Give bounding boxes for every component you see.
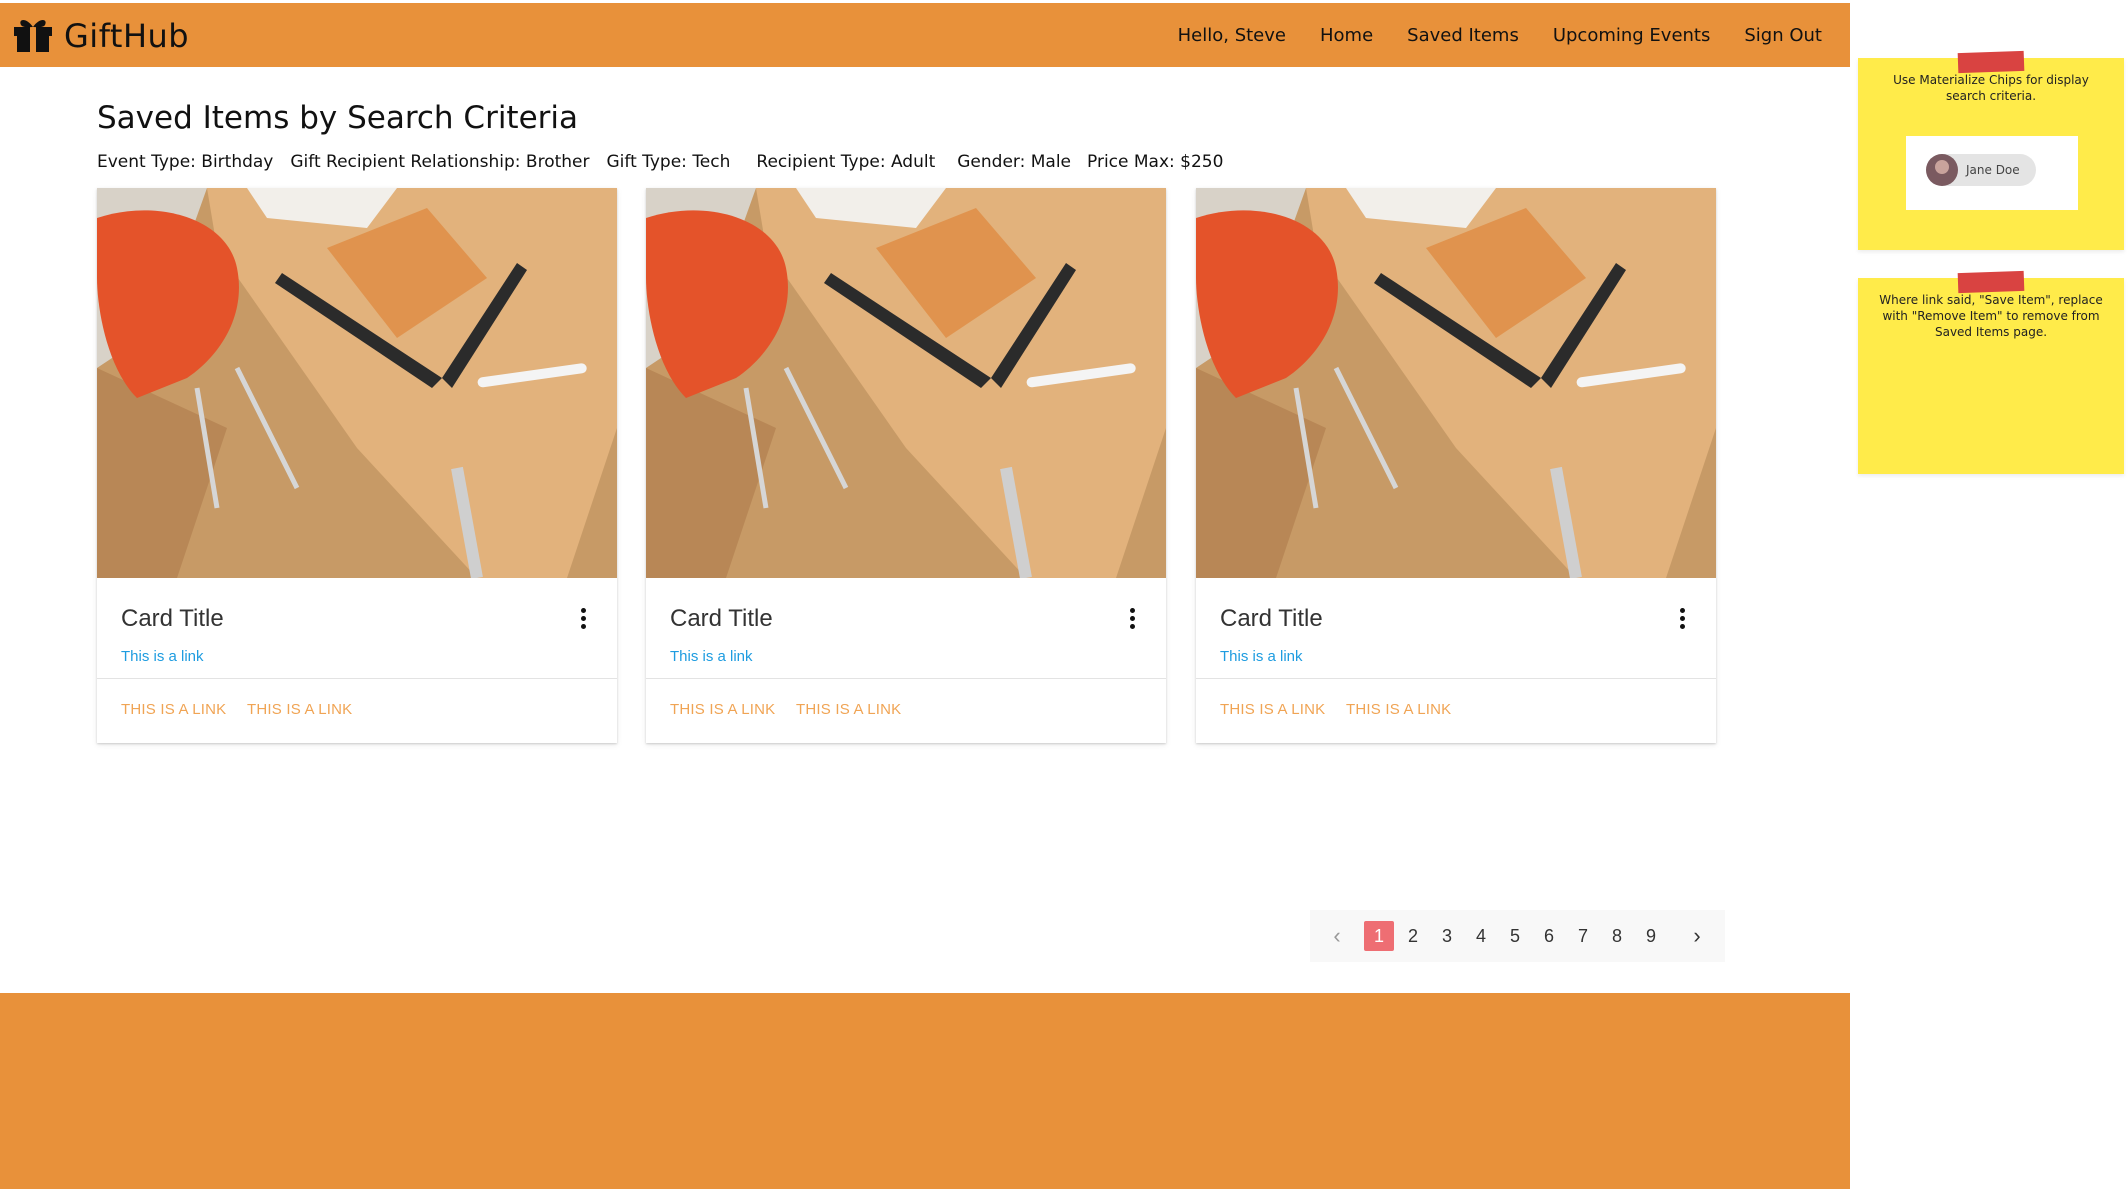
more-vert-icon[interactable] — [1128, 608, 1136, 630]
card-action: THIS IS A LINK THIS IS A LINK — [1196, 678, 1716, 742]
card-content: Card Title This is a link — [1196, 578, 1716, 678]
more-vert-icon[interactable] — [579, 608, 587, 630]
criteria-event-type: Event Type: Birthday — [97, 152, 274, 172]
note-tape — [1957, 50, 2025, 74]
brand-logo[interactable]: GiftHub — [12, 15, 189, 57]
criteria-gender: Gender: Male — [957, 152, 1071, 172]
item-card: Card Title This is a link THIS IS A LINK… — [646, 188, 1166, 743]
user-greeting: Hello, Steve — [1177, 24, 1286, 46]
card-link[interactable]: This is a link — [670, 648, 753, 665]
card-title[interactable]: Card Title — [1220, 605, 1323, 633]
page-8[interactable]: 8 — [1602, 921, 1632, 951]
nav-home-link[interactable]: Home — [1320, 25, 1373, 46]
chip[interactable]: Jane Doe — [1926, 154, 2036, 186]
criteria-relationship: Gift Recipient Relationship: Brother — [290, 152, 590, 172]
item-card: Card Title This is a link THIS IS A LINK… — [1196, 188, 1716, 743]
item-card: Card Title This is a link THIS IS A LINK… — [97, 188, 617, 743]
note-tape — [1957, 270, 2025, 294]
note-text: Use Materialize Chips for display search… — [1893, 73, 2089, 103]
page-9[interactable]: 9 — [1636, 921, 1666, 951]
nav-links: Hello, Steve Home Saved Items Upcoming E… — [1178, 3, 1822, 67]
criteria-recipient-type: Recipient Type: Adult — [756, 152, 936, 172]
card-title[interactable]: Card Title — [121, 605, 224, 633]
page-footer — [0, 993, 1850, 1189]
pagination: ‹ 1 2 3 4 5 6 7 8 9 › — [1310, 910, 1725, 962]
page-3[interactable]: 3 — [1432, 921, 1462, 951]
page-6[interactable]: 6 — [1534, 921, 1564, 951]
sticky-note: Where link said, "Save Item", replace wi… — [1858, 270, 2124, 474]
card-action: THIS IS A LINK THIS IS A LINK — [97, 678, 617, 742]
nav-sign-out-link[interactable]: Sign Out — [1744, 25, 1822, 46]
page-title: Saved Items by Search Criteria — [97, 100, 579, 136]
chevron-right-icon[interactable]: › — [1684, 923, 1710, 949]
card-action-link-1[interactable]: THIS IS A LINK — [670, 701, 775, 718]
gift-icon — [12, 15, 54, 57]
avatar — [1926, 154, 1958, 186]
card-image — [646, 188, 1166, 578]
page-4[interactable]: 4 — [1466, 921, 1496, 951]
card-content: Card Title This is a link — [97, 578, 617, 678]
card-action-link-2[interactable]: THIS IS A LINK — [1346, 701, 1451, 718]
criteria-gift-type: Gift Type: Tech — [606, 152, 731, 172]
more-vert-icon[interactable] — [1678, 608, 1686, 630]
card-action: THIS IS A LINK THIS IS A LINK — [646, 678, 1166, 742]
card-image — [1196, 188, 1716, 578]
chip-label: Jane Doe — [1966, 163, 2020, 177]
nav-upcoming-events-link[interactable]: Upcoming Events — [1553, 25, 1711, 46]
page-5[interactable]: 5 — [1500, 921, 1530, 951]
page-2[interactable]: 2 — [1398, 921, 1428, 951]
chip-example: Jane Doe — [1906, 136, 2078, 210]
card-action-link-2[interactable]: THIS IS A LINK — [247, 701, 352, 718]
sticky-note: Use Materialize Chips for display search… — [1858, 50, 2124, 250]
card-action-link-1[interactable]: THIS IS A LINK — [1220, 701, 1325, 718]
nav-saved-items-link[interactable]: Saved Items — [1407, 25, 1519, 46]
card-content: Card Title This is a link — [646, 578, 1166, 678]
card-action-link-2[interactable]: THIS IS A LINK — [796, 701, 901, 718]
card-image — [97, 188, 617, 578]
card-link[interactable]: This is a link — [121, 648, 204, 665]
note-text: Where link said, "Save Item", replace wi… — [1879, 293, 2103, 339]
top-navbar: GiftHub Hello, Steve Home Saved Items Up… — [0, 3, 1850, 67]
page-1[interactable]: 1 — [1364, 921, 1394, 951]
card-link[interactable]: This is a link — [1220, 648, 1303, 665]
card-action-link-1[interactable]: THIS IS A LINK — [121, 701, 226, 718]
criteria-price-max: Price Max: $250 — [1087, 152, 1224, 172]
search-criteria: Event Type: Birthday Gift Recipient Rela… — [97, 152, 1240, 172]
brand-name: GiftHub — [64, 17, 190, 55]
chevron-left-icon[interactable]: ‹ — [1324, 923, 1350, 949]
card-title[interactable]: Card Title — [670, 605, 773, 633]
page-7[interactable]: 7 — [1568, 921, 1598, 951]
